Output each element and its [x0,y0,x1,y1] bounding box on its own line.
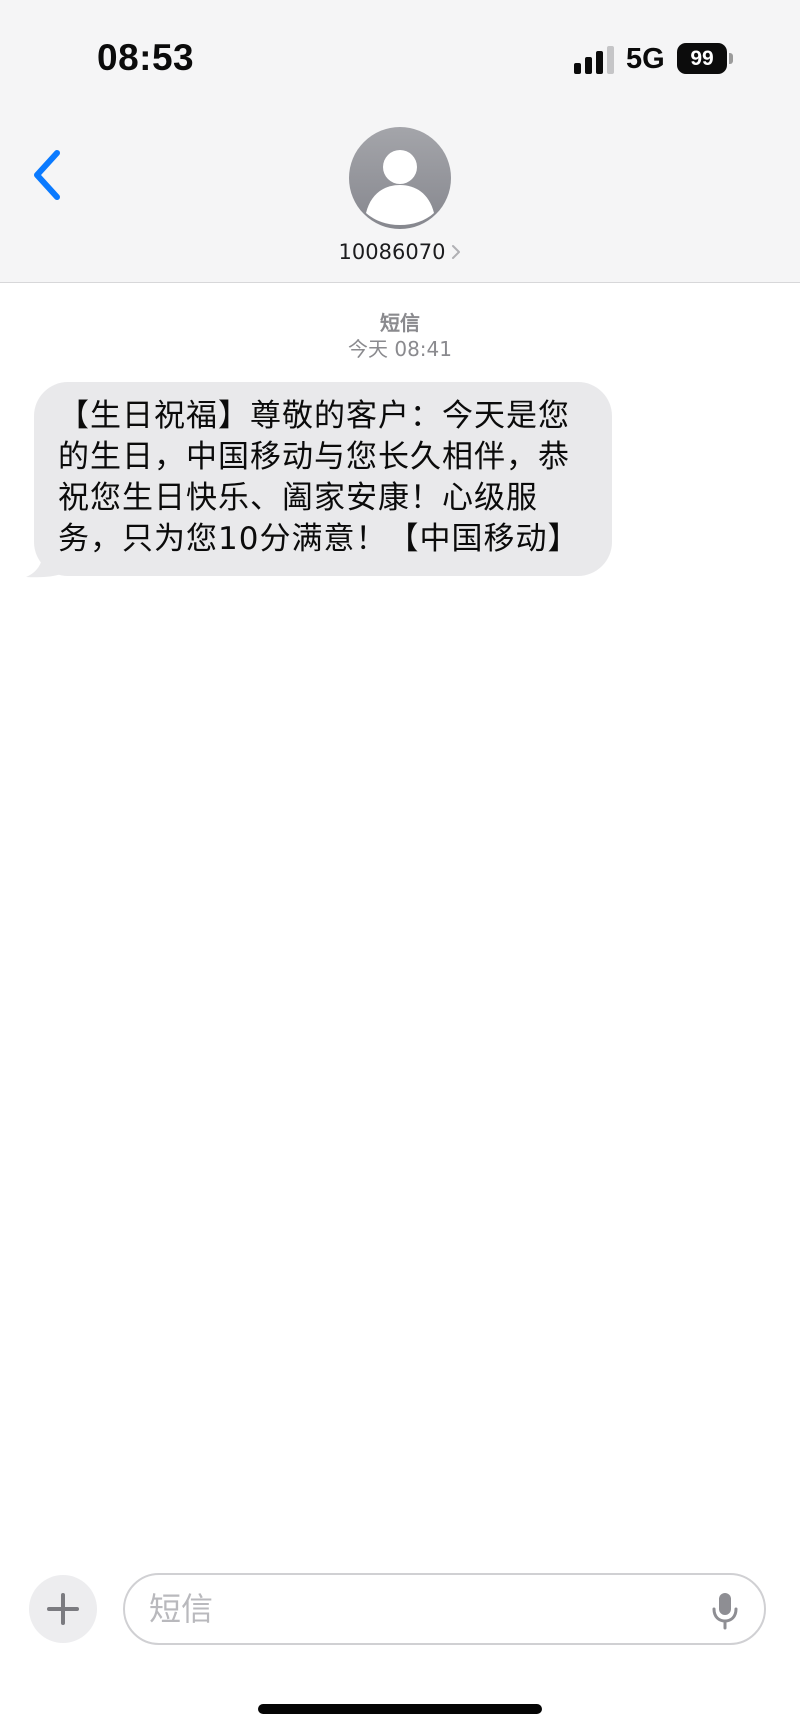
message-composer [0,1560,800,1670]
contact-name-row[interactable]: 10086070 [0,238,800,266]
incoming-message-bubble[interactable]: 【生日祝福】尊敬的客户：今天是您的生日，中国移动与您长久相伴，恭祝您生日快乐、阖… [34,382,612,576]
chevron-left-icon[interactable] [28,148,68,202]
chevron-right-icon [452,245,461,259]
message-input-box [123,1573,766,1645]
message-timestamp: 今天 08:41 [348,337,452,361]
battery-icon: 99 [677,43,733,74]
battery-level: 99 [677,43,727,74]
person-silhouette-icon [366,150,434,225]
signal-icon [574,46,614,74]
contact-avatar[interactable] [349,127,451,229]
home-indicator[interactable] [258,1704,542,1714]
contact-name: 10086070 [338,240,446,264]
network-type-label: 5G [626,43,665,75]
message-row: 【生日祝福】尊敬的客户：今天是您的生日，中国移动与您长久相伴，恭祝您生日快乐、阖… [22,382,614,578]
messages-screen: 08:53 5G 99 10086070 短信 今天 08:41 【生日祝福】尊… [0,0,800,1733]
message-input[interactable] [149,1585,669,1633]
add-attachment-button[interactable] [29,1575,97,1643]
plus-icon [47,1593,79,1625]
microphone-icon[interactable] [710,1591,740,1631]
service-label: 短信 [380,311,420,335]
status-time: 08:53 [97,37,195,78]
battery-cap [729,53,733,64]
conversation-header: 08:53 5G 99 10086070 [0,0,800,283]
